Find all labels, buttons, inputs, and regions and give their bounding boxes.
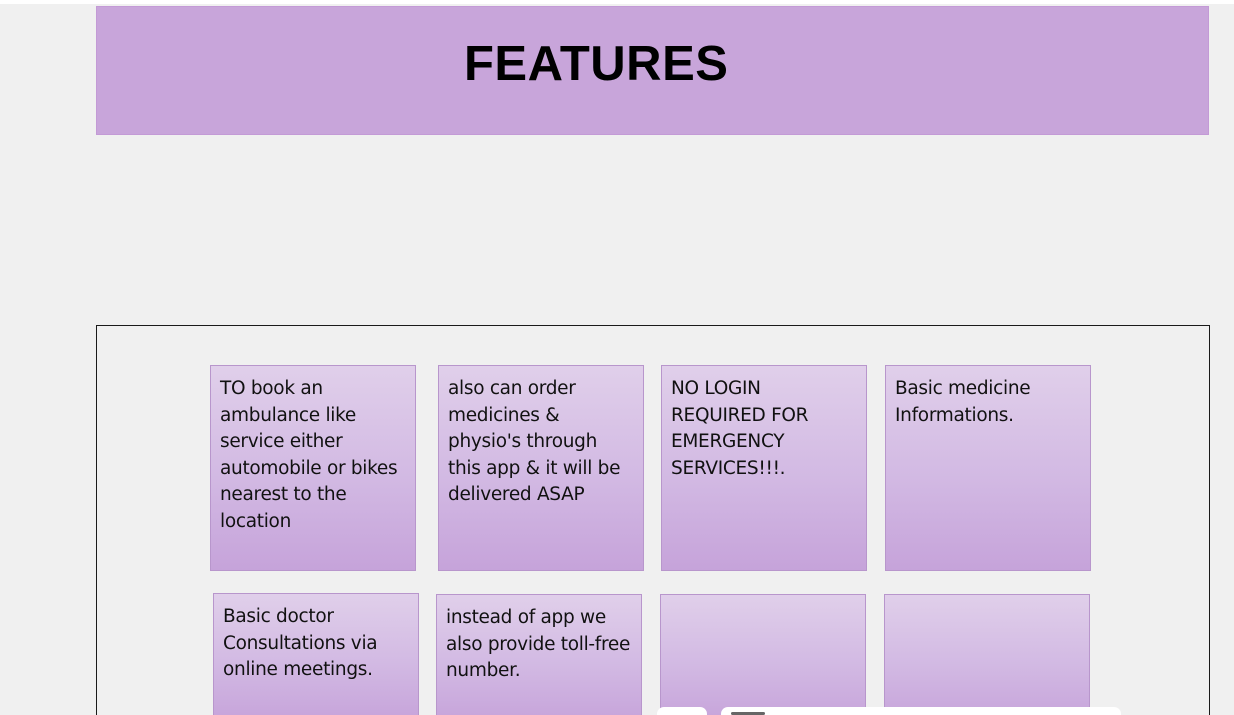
feature-card-text: NO LOGIN REQUIRED FOR EMERGENCY SERVICES… [671,378,809,479]
features-banner: FEATURES [96,6,1209,135]
feature-card-no-login: NO LOGIN REQUIRED FOR EMERGENCY SERVICES… [661,365,867,571]
feature-card-doctor-consult: Basic doctor Consultations via online me… [213,593,419,715]
bottom-toolbar[interactable] [721,707,1121,715]
feature-card-medicine-order: also can order medicines & physio's thro… [438,365,644,571]
feature-card-text: Basic doctor Consultations via online me… [223,606,378,680]
feature-card-ambulance: TO book an ambulance like service either… [210,365,416,571]
top-edge [0,0,1234,4]
slide-canvas: FEATURES TO book an ambulance like servi… [0,0,1234,715]
feature-card-text: instead of app we also provide toll-free… [446,607,631,681]
feature-card-empty-2 [884,594,1090,715]
feature-card-medicine-info: Basic medicine Informations. [885,365,1091,571]
banner-title: FEATURES [464,37,729,91]
bottom-pill-button[interactable] [657,707,707,715]
feature-card-text: also can order medicines & physio's thro… [448,378,621,505]
feature-card-text: Basic medicine Informations. [895,378,1031,426]
feature-card-empty-1 [660,594,866,715]
feature-card-toll-free: instead of app we also provide toll-free… [436,594,642,715]
feature-card-text: TO book an ambulance like service either… [220,378,398,532]
